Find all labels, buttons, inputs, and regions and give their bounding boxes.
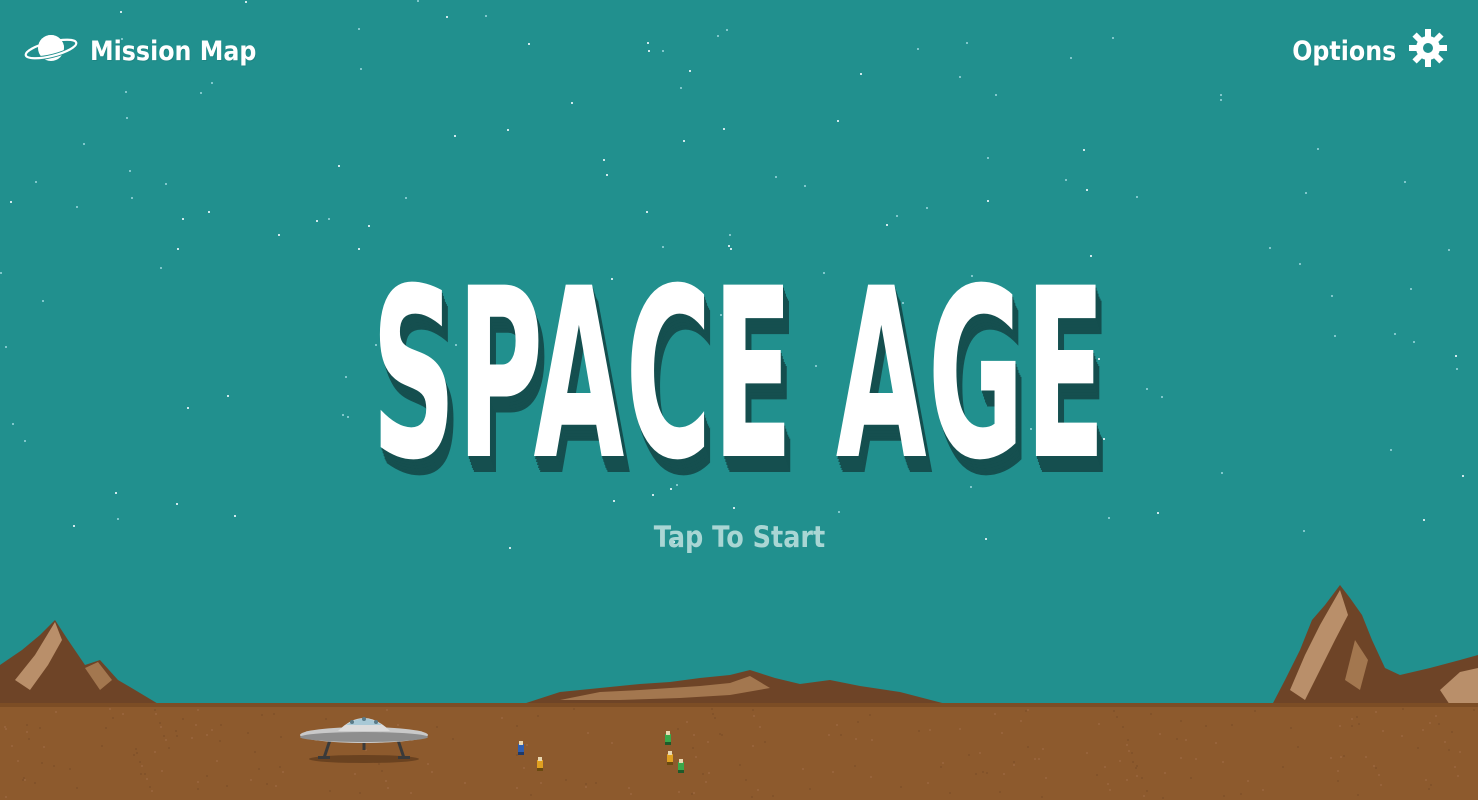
center-ridge [520,670,950,705]
right-mountain [1272,585,1478,705]
title-screen[interactable]: Mission Map Options SPACE AGE Tap To Sta… [0,0,1478,800]
ground [0,703,1478,800]
left-mountain [0,620,160,705]
martian-landscape [0,585,1478,800]
